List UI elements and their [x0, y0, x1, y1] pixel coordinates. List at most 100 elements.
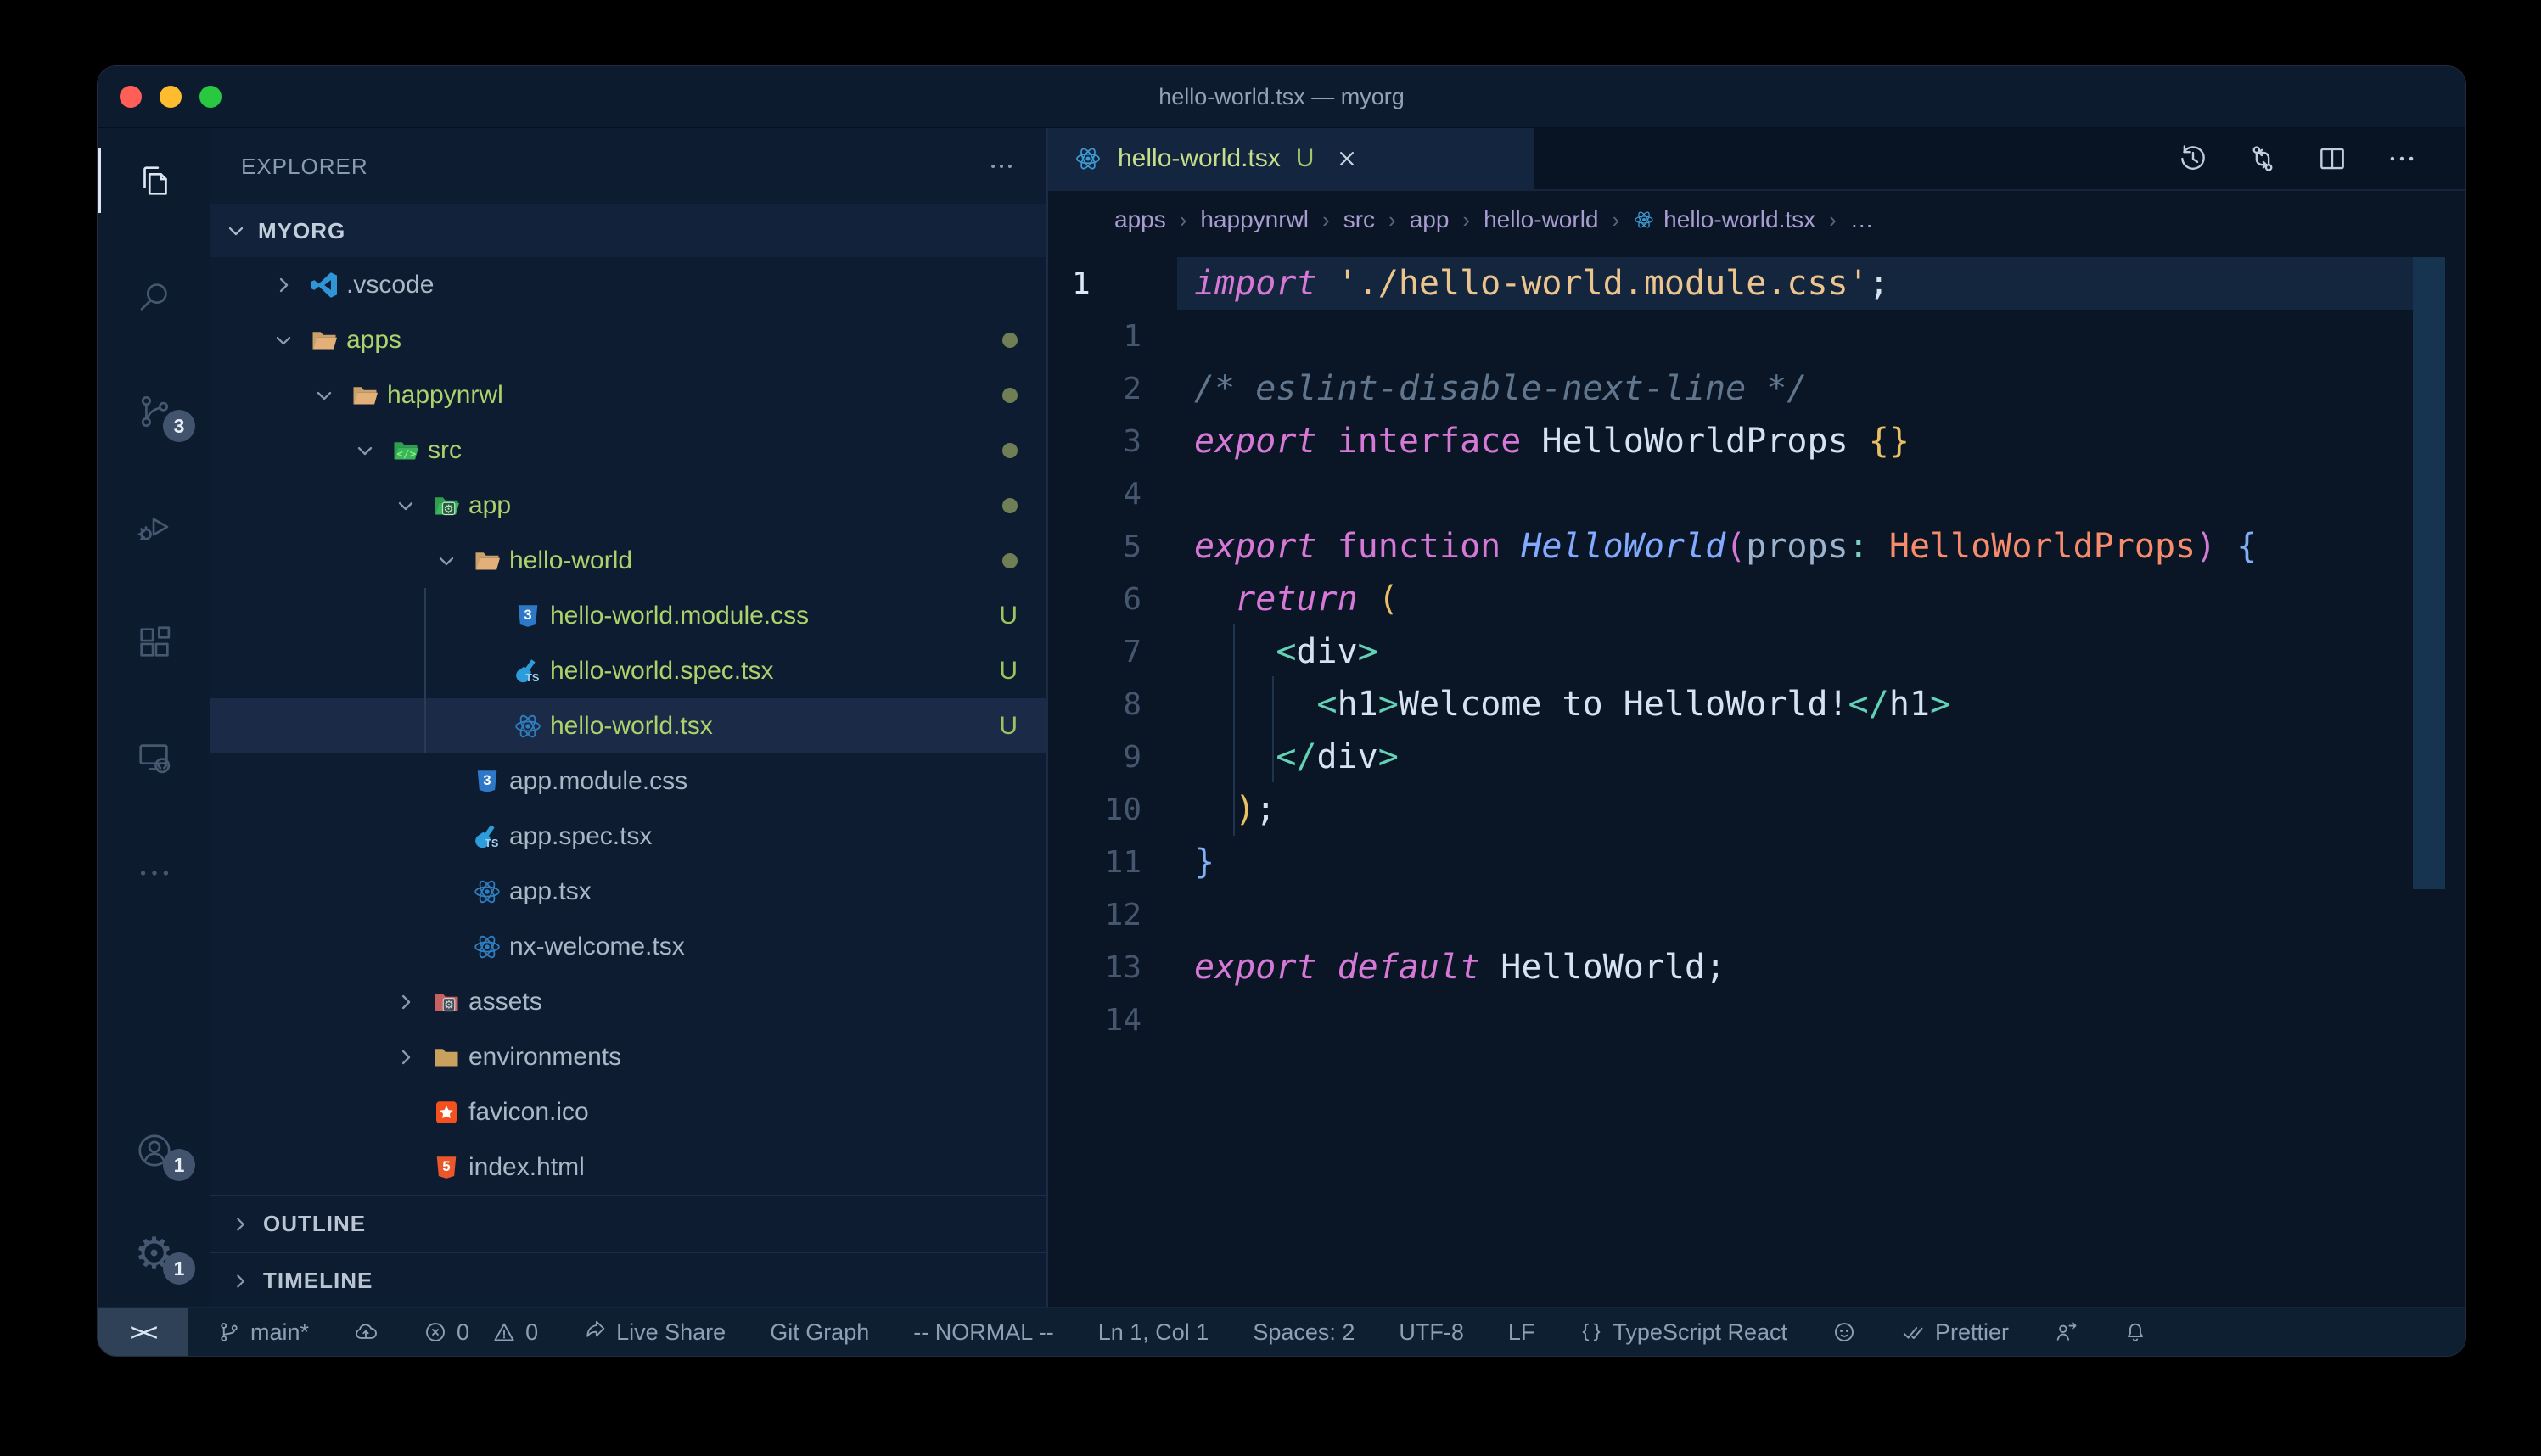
chevron-right-icon [272, 273, 309, 297]
code-line-1[interactable]: 1import './hello-world.module.css'; [1048, 257, 2465, 310]
braces-icon [1579, 1319, 1604, 1345]
tree-item-label: favicon.ico [468, 1098, 589, 1127]
activity-settings-button[interactable]: ⚙1 [98, 1213, 210, 1295]
open-changes-button[interactable] [2247, 143, 2279, 175]
activity-search-button[interactable] [98, 255, 210, 337]
line-number: 6 [1048, 582, 1177, 617]
chevron-right-icon [394, 1045, 431, 1069]
code-line-5[interactable]: 4 [1048, 468, 2465, 520]
status-publish-changes[interactable] [353, 1319, 379, 1345]
chevron-right-icon [229, 1270, 251, 1292]
status-git-branch[interactable]: main* [216, 1319, 309, 1346]
folder-app-file-icon: ⚙ [431, 490, 468, 521]
tree-item-hello-world-module-css[interactable]: 3hello-world.module.cssU [210, 588, 1046, 643]
tree-item-favicon-ico[interactable]: favicon.ico [210, 1084, 1046, 1140]
tree-item-app-spec-tsx[interactable]: TSapp.spec.tsx [210, 809, 1046, 864]
status-git-graph[interactable]: Git Graph [770, 1319, 869, 1346]
breadcrumb-apps[interactable]: apps [1114, 206, 1166, 233]
code-line-7[interactable]: 6 return ( [1048, 573, 2465, 625]
code-line-2[interactable]: 1 [1048, 310, 2465, 362]
warning-icon [491, 1319, 517, 1345]
status-language-mode[interactable]: TypeScript React [1579, 1319, 1787, 1346]
breadcrumb-app[interactable]: app [1410, 206, 1450, 233]
tree-item-app-tsx[interactable]: app.tsx [210, 864, 1046, 919]
code-line-14[interactable]: 13export default HelloWorld; [1048, 941, 2465, 994]
breadcrumb-src[interactable]: src [1343, 206, 1375, 233]
tree-item--vscode[interactable]: .vscode [210, 257, 1046, 312]
chevron-right-icon [229, 1213, 251, 1235]
code-editor[interactable]: 1import './hello-world.module.css';12/* … [1048, 249, 2465, 1307]
tree-item-hello-world-spec-tsx[interactable]: TShello-world.spec.tsxU [210, 643, 1046, 698]
status-label: Spaces: 2 [1253, 1319, 1355, 1346]
status-encoding[interactable]: UTF-8 [1399, 1319, 1464, 1346]
breadcrumb--[interactable]: … [1850, 206, 1874, 233]
folder-open-file-icon [309, 325, 346, 356]
status-prettier[interactable]: Prettier [1901, 1319, 2009, 1346]
tree-item-hello-world[interactable]: hello-world [210, 533, 1046, 588]
status-problems[interactable]: 00 [423, 1319, 538, 1346]
code-line-12[interactable]: 11} [1048, 836, 2465, 888]
tree-item-index-html[interactable]: 5index.html [210, 1140, 1046, 1195]
code-line-8[interactable]: 7 <div> [1048, 625, 2465, 678]
status-notifications[interactable] [2123, 1319, 2148, 1345]
breadcrumb-happynrwl[interactable]: happynrwl [1200, 206, 1309, 233]
test-file-icon: TS [513, 656, 550, 686]
react-icon [1074, 144, 1102, 173]
tab-hello-world-tsx[interactable]: hello-world.tsx U [1048, 128, 1534, 189]
status-vim-mode[interactable]: -- NORMAL -- [913, 1319, 1053, 1346]
code-line-6[interactable]: 5export function HelloWorld(props: Hello… [1048, 520, 2465, 573]
activity-explorer-button[interactable] [98, 140, 210, 221]
tree-item-src[interactable]: </>src [210, 423, 1046, 478]
status-live-share-contact[interactable] [2053, 1319, 2078, 1345]
tree-item-assets[interactable]: ⚙assets [210, 974, 1046, 1029]
activity-accounts-button[interactable]: 1 [98, 1110, 210, 1191]
activity-badge: 1 [163, 1149, 195, 1181]
tree-item-app-module-css[interactable]: 3app.module.css [210, 753, 1046, 809]
branch-icon [216, 1319, 242, 1345]
breadcrumb-hello-world[interactable]: hello-world [1484, 206, 1598, 233]
timeline-section-header[interactable]: TIMELINE [210, 1252, 1046, 1308]
outline-section-header[interactable]: OUTLINE [210, 1195, 1046, 1252]
activity-remote-explorer-button[interactable] [98, 717, 210, 798]
tree-item-hello-world-tsx[interactable]: hello-world.tsxU [210, 698, 1046, 753]
editor-group: hello-world.tsx U apps›happynrwl›src›app… [1048, 128, 2465, 1307]
code-line-10[interactable]: 9 </div> [1048, 731, 2465, 783]
status-live-share[interactable]: Live Share [582, 1319, 726, 1346]
close-tab-icon[interactable] [1334, 146, 1360, 171]
tree-item-app[interactable]: ⚙app [210, 478, 1046, 533]
code-line-4[interactable]: 3export interface HelloWorldProps {} [1048, 415, 2465, 468]
code-line-9[interactable]: 8 <h1>Welcome to HelloWorld!</h1> [1048, 678, 2465, 731]
code-line-3[interactable]: 2/* eslint-disable-next-line */ [1048, 362, 2465, 415]
tree-item-environments[interactable]: environments [210, 1029, 1046, 1084]
activity-run-debug-button[interactable] [98, 486, 210, 568]
workspace-section-header[interactable]: MYORG [210, 204, 1046, 257]
status-eol[interactable]: LF [1508, 1319, 1535, 1346]
split-editor-button[interactable] [2316, 143, 2348, 175]
code-line-15[interactable]: 14 [1048, 994, 2465, 1046]
status-github[interactable] [1831, 1319, 1857, 1345]
activity-more-views-button[interactable] [98, 832, 210, 914]
explorer-more-actions-icon[interactable] [987, 152, 1016, 181]
svg-text:5: 5 [442, 1159, 450, 1174]
tree-item-label: hello-world.module.css [550, 602, 809, 630]
code-line-11[interactable]: 10 ); [1048, 783, 2465, 836]
more-icon [135, 854, 174, 893]
timeline-history-button[interactable] [2177, 143, 2209, 175]
editor-scrollbar[interactable] [2413, 257, 2445, 889]
tree-item-label: assets [468, 988, 542, 1016]
code-line-13[interactable]: 12 [1048, 888, 2465, 941]
remote-indicator[interactable]: >< [98, 1308, 188, 1356]
more-actions-button[interactable] [2386, 143, 2418, 175]
svg-text:</>: </> [396, 447, 416, 460]
tree-item-happynrwl[interactable]: happynrwl [210, 367, 1046, 423]
git-modified-dot [1002, 333, 1018, 348]
folder-open-file-icon [472, 546, 509, 576]
tree-item-apps[interactable]: apps [210, 312, 1046, 367]
activity-source-control-button[interactable]: 3 [98, 371, 210, 452]
status-indentation[interactable]: Spaces: 2 [1253, 1319, 1355, 1346]
timeline-label: TIMELINE [263, 1268, 373, 1294]
status-cursor-position[interactable]: Ln 1, Col 1 [1098, 1319, 1209, 1346]
tree-item-nx-welcome-tsx[interactable]: nx-welcome.tsx [210, 919, 1046, 974]
breadcrumb-hello-world-tsx[interactable]: hello-world.tsx [1633, 206, 1815, 233]
activity-extensions-button[interactable] [98, 602, 210, 683]
